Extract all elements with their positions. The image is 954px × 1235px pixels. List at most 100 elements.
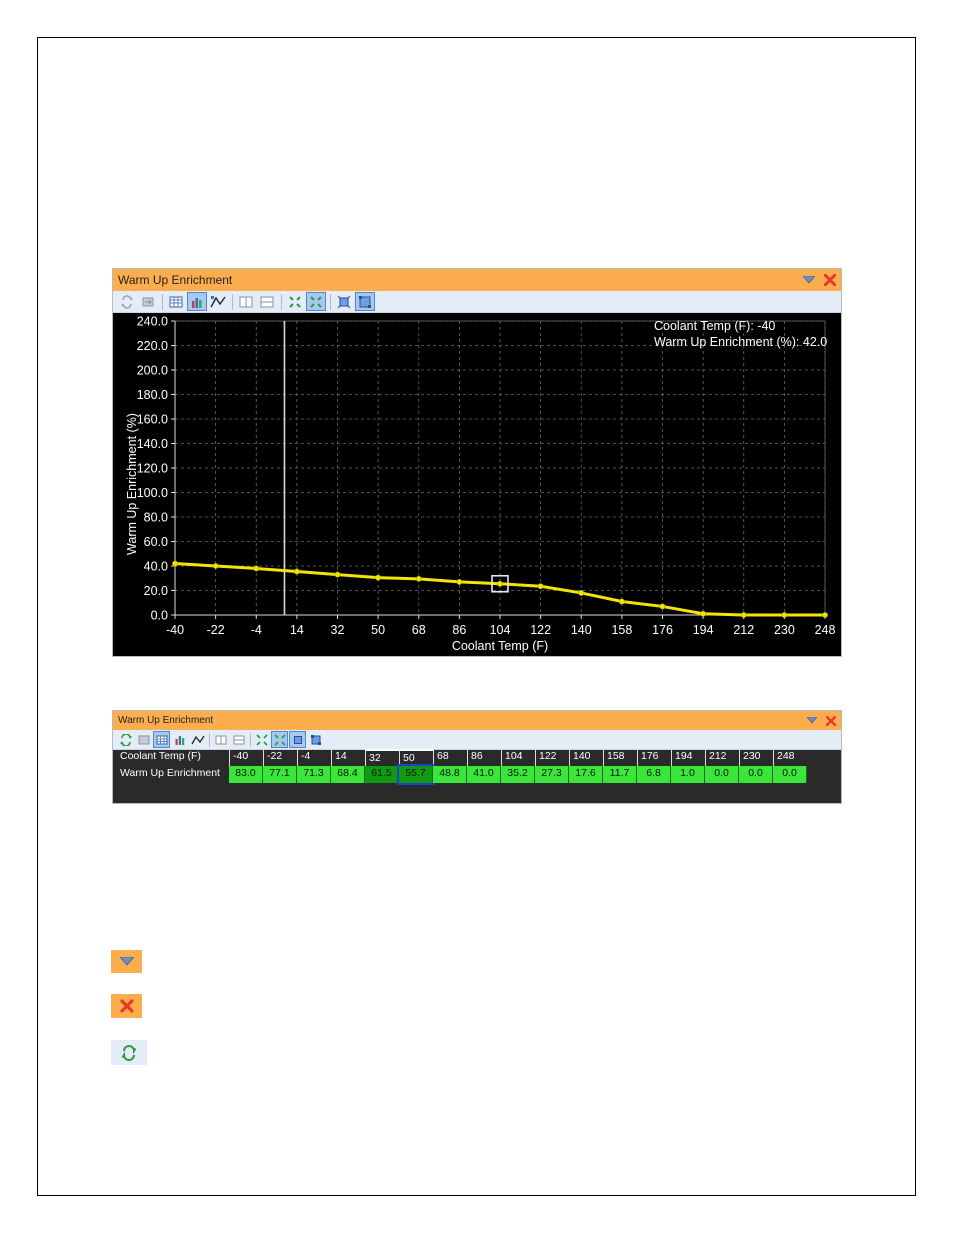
column-header[interactable]: 50	[399, 749, 433, 766]
close-x-icon[interactable]	[819, 271, 841, 289]
y-tick-label: 0.0	[151, 609, 168, 623]
interpolate-icon[interactable]	[189, 731, 206, 748]
x-axis-row: Coolant Temp (F) -40 -22 -4 14 32 50 68 86 104 12…	[116, 749, 807, 766]
column-header[interactable]: 68	[433, 749, 467, 766]
refresh-icon[interactable]	[117, 731, 134, 748]
column-header[interactable]: -40	[229, 749, 263, 766]
y-tick-label: 20.0	[144, 584, 168, 598]
value-cell[interactable]: 6.8	[637, 766, 671, 783]
data-point	[659, 603, 666, 610]
column-header[interactable]: 86	[467, 749, 501, 766]
burn-icon[interactable]	[138, 292, 158, 311]
x-tick-label: 176	[652, 623, 673, 637]
y-tick-label: 240.0	[137, 315, 168, 329]
value-cell[interactable]: 77.1	[263, 766, 297, 783]
split-vertical-icon[interactable]	[212, 731, 229, 748]
table-grid: Coolant Temp (F) -40 -22 -4 14 32 50 68 86 104 12…	[116, 749, 807, 785]
y-tick-label: 60.0	[144, 535, 168, 549]
value-cell[interactable]: 0.0	[705, 766, 739, 783]
data-point	[497, 580, 503, 587]
dropdown-arrow-icon[interactable]	[803, 713, 821, 729]
value-cell[interactable]: 11.7	[603, 766, 637, 783]
dropdown-arrow-icon[interactable]	[799, 271, 819, 289]
value-cell[interactable]: 0.0	[773, 766, 807, 783]
chart-view-icon[interactable]	[171, 731, 188, 748]
table-view-icon[interactable]	[153, 731, 170, 748]
interpolate-icon[interactable]	[208, 292, 228, 311]
data-point	[212, 563, 219, 569]
value-cell[interactable]: 83.0	[229, 766, 263, 783]
column-header[interactable]: 140	[569, 749, 603, 766]
x-tick-label: 158	[611, 623, 632, 637]
x-tick-label: 194	[693, 623, 714, 637]
fit-window-icon[interactable]	[334, 292, 354, 311]
split-vertical-icon[interactable]	[236, 292, 256, 311]
value-cell[interactable]: 55.7	[397, 764, 435, 785]
data-point	[334, 571, 341, 578]
split-horizontal-icon[interactable]	[257, 292, 277, 311]
close-x-icon[interactable]	[821, 713, 841, 729]
chart-area[interactable]: -40 -22 -4 14 32 50 68 86 104 122 140 158 176 194 212 2…	[113, 313, 841, 656]
column-header[interactable]: -4	[297, 749, 331, 766]
value-cell[interactable]: 35.2	[501, 766, 535, 783]
table-view-icon[interactable]	[166, 292, 186, 311]
zoom-in-icon[interactable]	[253, 731, 270, 748]
toolbar-separator	[330, 293, 331, 310]
value-cell[interactable]: 71.3	[297, 766, 331, 783]
data-point	[700, 610, 707, 617]
column-header[interactable]: 230	[739, 749, 773, 766]
value-cell[interactable]: 0.0	[739, 766, 773, 783]
value-cell[interactable]: 17.6	[569, 766, 603, 783]
full-view-icon[interactable]	[355, 292, 375, 311]
x-tick-label: 14	[290, 623, 304, 637]
column-header[interactable]: 32	[365, 749, 399, 766]
column-header[interactable]: -22	[263, 749, 297, 766]
value-cell[interactable]: 61.5	[365, 766, 399, 783]
toolbar-separator	[250, 732, 251, 747]
column-header[interactable]: 158	[603, 749, 637, 766]
chart-view-icon[interactable]	[187, 292, 207, 311]
chart-window-title: Warm Up Enrichment	[118, 273, 233, 287]
column-header[interactable]: 122	[535, 749, 569, 766]
column-header[interactable]: 212	[705, 749, 739, 766]
chart-window: Warm Up Enrichment -40 -22 -4 14 32 50 6…	[112, 268, 842, 657]
column-header[interactable]: 14	[331, 749, 365, 766]
value-cell[interactable]: 48.8	[433, 766, 467, 783]
x-tick-label: 32	[331, 623, 345, 637]
column-header[interactable]: 176	[637, 749, 671, 766]
value-cell[interactable]: 41.0	[467, 766, 501, 783]
x-tick-label: 104	[490, 623, 511, 637]
data-point	[253, 565, 260, 572]
y-tick-label: 180.0	[137, 388, 168, 402]
x-tick-label: 230	[774, 623, 795, 637]
zoom-out-icon[interactable]	[271, 731, 288, 748]
column-header[interactable]: 194	[671, 749, 705, 766]
data-point	[578, 590, 585, 596]
value-row: Warm Up Enrichment 83.0 77.1 71.3 68.4 61.5 5…	[116, 764, 807, 785]
x-tick-label: 50	[371, 623, 385, 637]
chart-toolbar	[113, 291, 841, 313]
data-point	[456, 579, 463, 585]
split-horizontal-icon[interactable]	[230, 731, 247, 748]
data-point	[781, 612, 788, 618]
table-window-title: Warm Up Enrichment	[118, 715, 214, 726]
burn-icon[interactable]	[135, 731, 152, 748]
y-tick-label: 100.0	[137, 486, 168, 500]
value-cell[interactable]: 27.3	[535, 766, 569, 783]
value-cell[interactable]: 1.0	[671, 766, 705, 783]
column-header[interactable]: 104	[501, 749, 535, 766]
zoom-in-icon[interactable]	[285, 292, 305, 311]
x-axis-label: Coolant Temp (F)	[452, 639, 548, 653]
readout-x: Coolant Temp (F): -40	[654, 319, 775, 333]
zoom-out-icon[interactable]	[306, 292, 326, 311]
column-header[interactable]: 248	[773, 749, 807, 766]
value-cell[interactable]: 68.4	[331, 766, 365, 783]
x-tick-label: 212	[733, 623, 754, 637]
data-point	[740, 612, 747, 618]
line-chart[interactable]: -40 -22 -4 14 32 50 68 86 104 122 140 158 176 194 212 2…	[113, 313, 841, 656]
y-axis-label: Warm Up Enrichment (%)	[125, 413, 139, 555]
fit-window-icon[interactable]	[289, 731, 306, 748]
full-view-icon[interactable]	[307, 731, 324, 748]
data-point	[172, 560, 178, 567]
refresh-icon[interactable]	[117, 292, 137, 311]
